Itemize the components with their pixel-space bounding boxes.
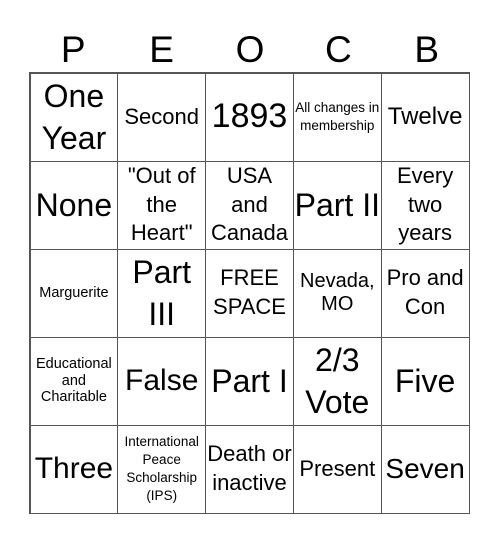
cell-text: Present xyxy=(299,455,376,481)
cell-text: Part I xyxy=(211,362,288,399)
free-space-cell[interactable]: FREE SPACE xyxy=(205,248,294,338)
bingo-cell[interactable]: Part III xyxy=(117,248,207,338)
cell-text: False xyxy=(125,364,199,398)
cell-text: 2/3 Vote xyxy=(305,341,370,420)
bingo-cell[interactable]: None xyxy=(29,160,119,250)
bingo-cell[interactable]: 1893 xyxy=(205,72,294,162)
cell-text: Educational and Charitable xyxy=(36,355,112,406)
bingo-cell[interactable]: Educational and Charitable xyxy=(29,336,119,426)
bingo-cell[interactable]: Every two years xyxy=(380,160,470,250)
cell-text: One Year xyxy=(41,77,107,156)
bingo-cell[interactable]: Part II xyxy=(292,160,382,250)
bingo-cell[interactable]: Death or inactive xyxy=(205,424,294,514)
cell-text: Second xyxy=(124,103,199,129)
bingo-grid: One Year Second 1893 All changes in members… xyxy=(29,72,470,514)
bingo-cell[interactable]: Three xyxy=(29,424,119,514)
header-letter: C xyxy=(325,29,352,70)
cell-text: International Peace Scholarship (IPS) xyxy=(124,433,199,504)
cell-text: Pro and Con xyxy=(386,265,464,319)
cell-text: 1893 xyxy=(211,97,288,136)
bingo-cell[interactable]: Second xyxy=(117,72,207,162)
header-letter: O xyxy=(235,29,265,70)
bingo-cell[interactable]: International Peace Scholarship (IPS) xyxy=(117,424,207,514)
cell-text: Twelve xyxy=(387,102,463,130)
bingo-cell[interactable]: One Year xyxy=(29,72,119,162)
bingo-cell[interactable]: 2/3 Vote xyxy=(292,336,382,426)
cell-text: None xyxy=(35,186,113,223)
bingo-cell[interactable]: Nevada, MO xyxy=(292,248,382,338)
bingo-header: P E O C B xyxy=(29,28,471,72)
cell-text: Every two years xyxy=(396,163,454,246)
bingo-cell[interactable]: All changes in membership xyxy=(292,72,382,162)
cell-text: Five xyxy=(394,362,456,399)
cell-text: Seven xyxy=(385,452,465,484)
cell-text: Nevada, MO xyxy=(300,269,375,315)
header-letter: E xyxy=(149,29,174,70)
header-letter: P xyxy=(60,29,86,70)
bingo-cell[interactable]: Five xyxy=(380,336,470,426)
cell-text: Death or inactive xyxy=(207,441,292,495)
cell-text: USA and Canada xyxy=(210,163,289,246)
cell-text: Marguerite xyxy=(39,284,109,301)
bingo-cell[interactable]: Twelve xyxy=(380,72,470,162)
bingo-cell[interactable]: Present xyxy=(292,424,382,514)
cell-text: Part II xyxy=(294,186,380,223)
cell-text: Three xyxy=(34,452,114,486)
bingo-cell[interactable]: "Out of the Heart" xyxy=(117,160,207,250)
cell-text: Part III xyxy=(132,253,192,332)
cell-text: FREE SPACE xyxy=(213,265,286,319)
cell-text: "Out of the Heart" xyxy=(127,163,196,246)
bingo-cell[interactable]: USA and Canada xyxy=(205,160,294,250)
bingo-cell[interactable]: Marguerite xyxy=(29,248,119,338)
bingo-cell[interactable]: False xyxy=(117,336,207,426)
bingo-cell[interactable]: Pro and Con xyxy=(380,248,470,338)
bingo-cell[interactable]: Seven xyxy=(380,424,470,514)
cell-text: All changes in membership xyxy=(295,99,380,133)
bingo-cell[interactable]: Part I xyxy=(205,336,294,426)
header-letter: B xyxy=(414,29,440,70)
